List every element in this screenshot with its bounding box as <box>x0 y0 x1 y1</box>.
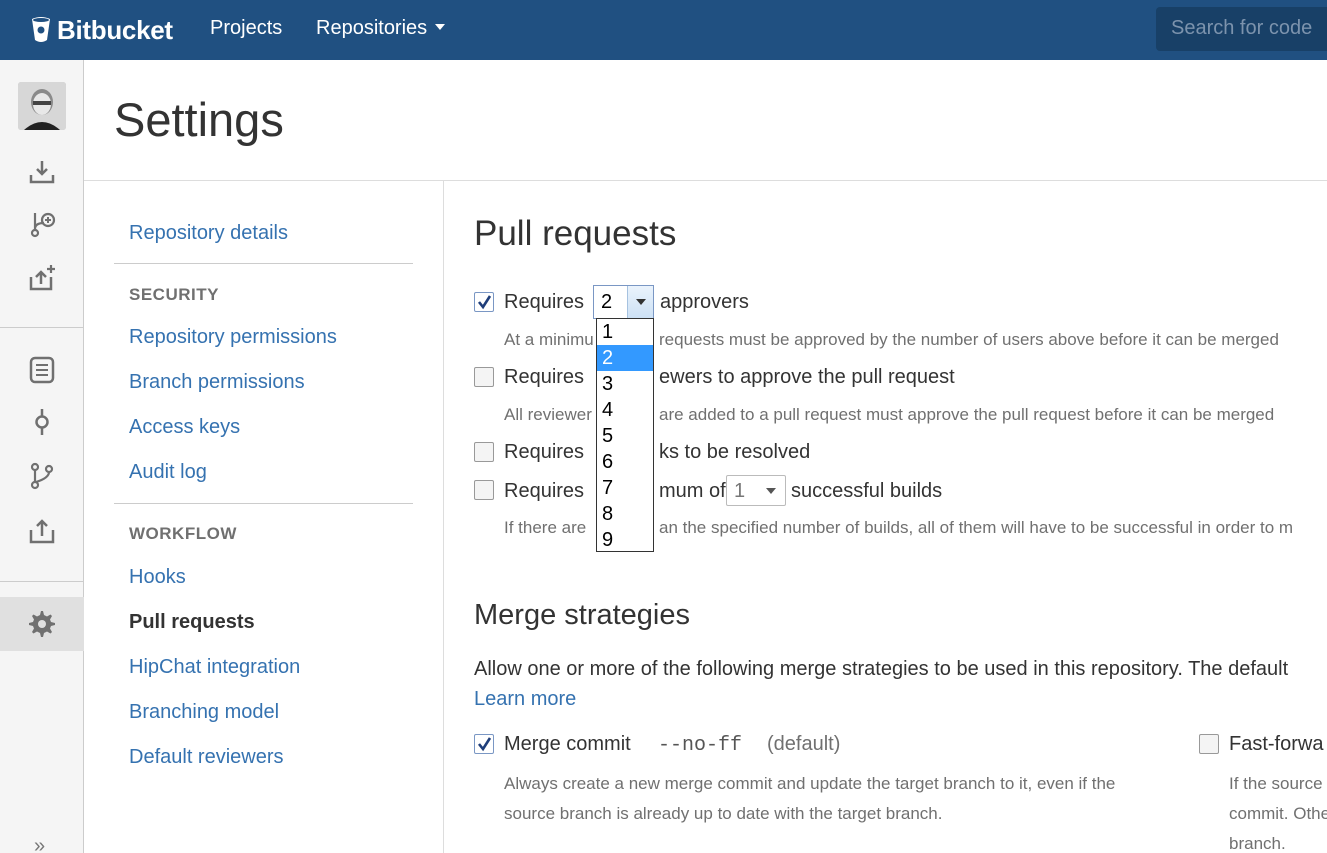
settings-nav-workflow-heading: WORKFLOW <box>129 524 237 543</box>
rail-divider <box>0 327 84 328</box>
repository-sidebar: » <box>0 60 84 853</box>
settings-nav-repository-details[interactable]: Repository details <box>129 222 288 245</box>
search-input[interactable]: Search for code <box>1156 7 1327 51</box>
fast-forward-help-line2: commit. Othe <box>1229 804 1327 823</box>
merge-commit-help-line2: source branch is already up to date with… <box>504 804 943 823</box>
merge-commit-checkbox[interactable] <box>474 734 494 754</box>
builds-help-text-start: If there are <box>504 518 587 537</box>
header-divider <box>84 180 1327 181</box>
bitbucket-bucket-icon <box>32 17 50 42</box>
checkmark-icon <box>477 737 492 752</box>
pull-requests-icon[interactable] <box>26 515 58 547</box>
merge-commit-label: Merge commit <box>504 733 631 755</box>
dropdown-option-3[interactable]: 3 <box>597 371 653 397</box>
collapse-sidebar-icon[interactable]: » <box>34 835 45 853</box>
settings-nav-access-keys[interactable]: Access keys <box>129 416 240 439</box>
clone-icon[interactable] <box>26 156 58 188</box>
requires-successful-builds-checkbox[interactable] <box>474 480 494 500</box>
nav-repositories-label: Repositories <box>316 17 428 39</box>
select-arrow-icon <box>627 286 653 318</box>
fast-forward-help-line1: If the source <box>1229 774 1323 793</box>
settings-nav-divider <box>114 263 413 264</box>
settings-nav-security-heading: SECURITY <box>129 285 219 304</box>
dropdown-option-5[interactable]: 5 <box>597 423 653 449</box>
repository-avatar[interactable] <box>18 82 66 130</box>
requires-all-reviewers-label-start: Requires <box>504 366 585 388</box>
settings-nav-audit-log[interactable]: Audit log <box>129 461 207 484</box>
requires-builds-label-end: successful builds <box>791 480 943 502</box>
dropdown-option-7[interactable]: 7 <box>597 475 653 501</box>
fast-forward-label: Fast-forwa <box>1229 733 1324 755</box>
requires-approvers-checkbox[interactable] <box>474 292 494 312</box>
settings-nav-repository-permissions[interactable]: Repository permissions <box>129 326 337 349</box>
reviewers-help-text-start: All reviewer <box>504 405 592 424</box>
requires-approvers-label: Requires <box>504 291 585 313</box>
approvers-count-value: 2 <box>601 291 613 313</box>
requires-builds-label-start: Requires <box>504 480 585 502</box>
builds-count-select[interactable]: 1 <box>726 475 786 506</box>
avatar-image <box>18 82 66 130</box>
fast-forward-checkbox[interactable] <box>1199 734 1219 754</box>
settings-nav-branching-model[interactable]: Branching model <box>129 701 279 724</box>
settings-nav-branch-permissions[interactable]: Branch permissions <box>129 371 305 394</box>
create-branch-icon[interactable] <box>26 208 58 240</box>
requires-all-reviewers-label-end: ewers to approve the pull request <box>659 366 955 388</box>
commits-icon[interactable] <box>26 406 58 438</box>
approvers-help-text-start: At a minimu <box>504 330 594 349</box>
branches-icon[interactable] <box>26 460 58 492</box>
requires-tasks-label-start: Requires <box>504 441 585 463</box>
chevron-down-icon <box>435 23 446 30</box>
source-icon[interactable] <box>26 354 58 386</box>
content-divider <box>443 181 444 853</box>
checkmark-icon <box>477 295 492 310</box>
settings-nav-default-reviewers[interactable]: Default reviewers <box>129 746 284 769</box>
settings-nav-hooks[interactable]: Hooks <box>129 566 186 589</box>
requires-all-reviewers-checkbox[interactable] <box>474 367 494 387</box>
requires-tasks-label-end: ks to be resolved <box>659 441 811 463</box>
nav-projects[interactable]: Projects <box>210 17 282 40</box>
chevron-down-icon <box>766 488 776 494</box>
bitbucket-logo[interactable]: Bitbucket <box>30 14 173 46</box>
approvers-help-text-end: requests must be approved by the number … <box>659 330 1279 349</box>
dropdown-option-4[interactable]: 4 <box>597 397 653 423</box>
dropdown-option-9[interactable]: 9 <box>597 527 653 553</box>
pull-requests-heading: Pull requests <box>474 214 677 253</box>
approvers-dropdown-list: 1 2 3 4 5 6 7 8 9 <box>596 318 654 552</box>
approvers-count-select[interactable]: 2 <box>593 285 654 319</box>
merge-commit-flag: --no-ff <box>658 734 743 757</box>
dropdown-option-1[interactable]: 1 <box>597 319 653 345</box>
logo-text: Bitbucket <box>57 14 173 45</box>
requires-builds-label-mid: mum of <box>659 480 726 502</box>
nav-repositories[interactable]: Repositories <box>316 17 446 40</box>
requires-tasks-resolved-checkbox[interactable] <box>474 442 494 462</box>
top-navigation-bar: Bitbucket Projects Repositories Search f… <box>0 0 1327 60</box>
builds-help-text-end: an the specified number of builds, all o… <box>659 518 1294 537</box>
rail-divider <box>0 581 84 582</box>
page-title: Settings <box>114 93 284 146</box>
reviewers-help-text-end: are added to a pull request must approve… <box>659 405 1275 424</box>
settings-nav-pull-requests[interactable]: Pull requests <box>129 611 255 634</box>
dropdown-option-8[interactable]: 8 <box>597 501 653 527</box>
merge-commit-default-tag: (default) <box>767 733 841 755</box>
dropdown-option-6[interactable]: 6 <box>597 449 653 475</box>
merge-commit-help-line1: Always create a new merge commit and upd… <box>504 774 1116 793</box>
learn-more-link[interactable]: Learn more <box>474 688 576 711</box>
merge-strategies-heading: Merge strategies <box>474 599 690 631</box>
dropdown-option-2[interactable]: 2 <box>597 345 653 371</box>
settings-gear-icon[interactable] <box>26 608 58 640</box>
merge-strategies-description: Allow one or more of the following merge… <box>474 658 1289 680</box>
settings-nav-hipchat-integration[interactable]: HipChat integration <box>129 656 300 679</box>
approvers-label-suffix: approvers <box>660 291 749 313</box>
builds-count-value: 1 <box>734 480 746 502</box>
create-pull-request-icon[interactable] <box>26 262 58 294</box>
fast-forward-help-line3: branch. <box>1229 834 1286 853</box>
settings-nav-divider <box>114 503 413 504</box>
